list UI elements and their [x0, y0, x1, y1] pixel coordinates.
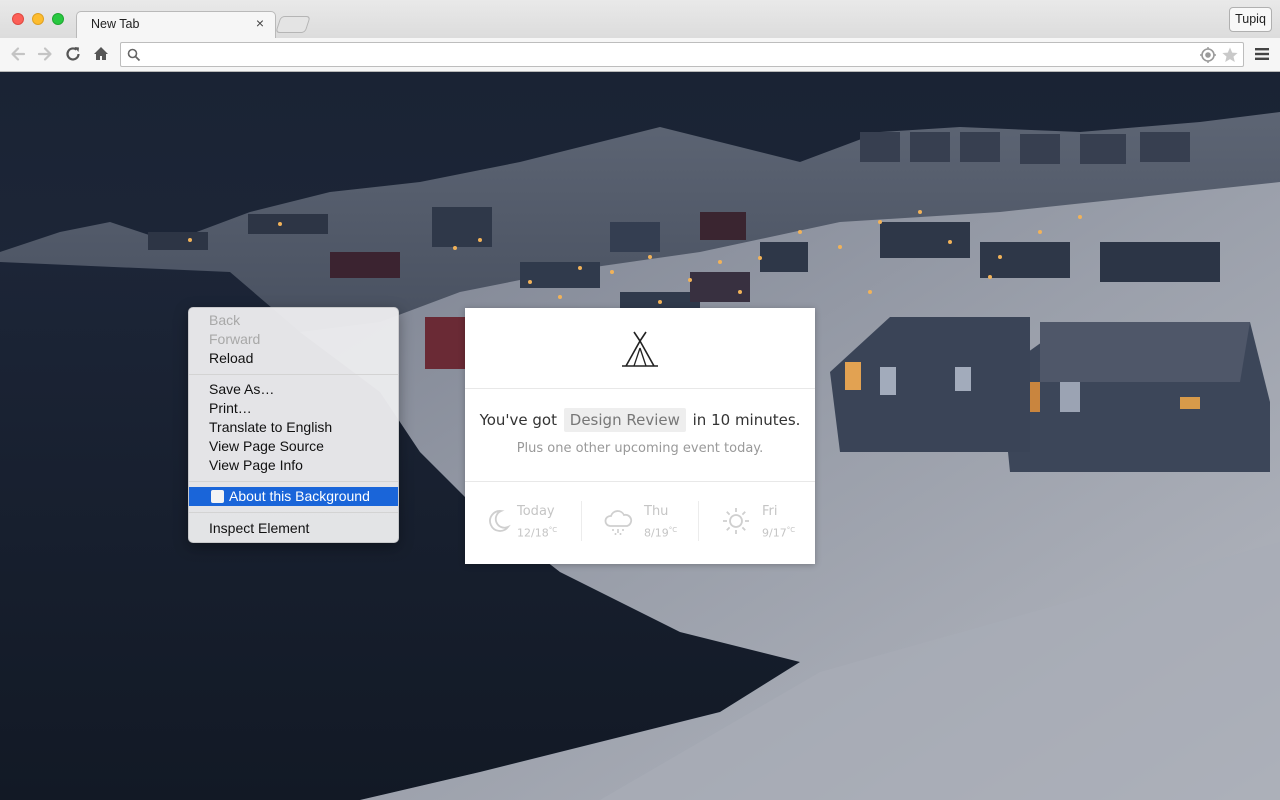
back-arrow-icon[interactable]: [8, 44, 28, 64]
weather-forecast: Today 12/18°C Thu 8/19°C Fri 9/17°C: [465, 498, 815, 543]
card-divider: [465, 388, 815, 389]
forward-arrow-icon[interactable]: [35, 44, 55, 64]
close-window-button[interactable]: [12, 13, 24, 25]
headline-prefix: You've got: [479, 411, 557, 429]
browser-toolbar: [0, 38, 1280, 72]
event-name-pill[interactable]: Design Review: [563, 408, 686, 432]
context-menu-reload[interactable]: Reload: [189, 349, 398, 368]
tab-close-icon[interactable]: ×: [254, 15, 266, 31]
forecast-day-label: Fri: [762, 504, 778, 519]
calendar-weather-widget: You've got Design Review in 10 minutes. …: [465, 308, 815, 564]
reload-icon[interactable]: [63, 44, 83, 64]
context-menu-inspect[interactable]: Inspect Element: [189, 519, 398, 538]
forecast-day-label: Today: [517, 504, 555, 519]
hamburger-menu-icon[interactable]: [1254, 47, 1270, 61]
tent-logo-icon: [622, 331, 658, 367]
tab-title: New Tab: [91, 17, 140, 31]
context-menu: Back Forward Reload Save As… Print… Tran…: [188, 307, 399, 543]
context-menu-separator: [189, 512, 398, 513]
upcoming-events-subline: Plus one other upcoming event today.: [516, 441, 764, 456]
next-event-headline: You've got Design Review in 10 minutes.: [465, 408, 815, 432]
new-tab-button[interactable]: [275, 16, 311, 33]
forecast-divider: [698, 501, 699, 541]
home-icon[interactable]: [91, 44, 111, 64]
rain-cloud-icon: [604, 510, 633, 535]
headline-suffix: in 10 minutes.: [692, 411, 801, 429]
bookmark-star-icon[interactable]: [1221, 46, 1239, 64]
browser-titlebar: New Tab × Tupiq: [0, 0, 1280, 39]
context-menu-translate[interactable]: Translate to English: [189, 418, 398, 437]
zoom-window-button[interactable]: [52, 13, 64, 25]
moon-icon: [489, 510, 511, 532]
context-menu-about-background-label: About this Background: [229, 488, 370, 504]
forecast-today: Today 12/18°C: [485, 498, 585, 543]
context-menu-about-background[interactable]: About this Background: [189, 487, 398, 506]
location-target-icon[interactable]: [1199, 46, 1217, 64]
forecast-temp: 9/17°C: [762, 526, 796, 540]
address-bar[interactable]: [120, 42, 1244, 67]
forecast-divider: [581, 501, 582, 541]
forecast-fri: Fri 9/17°C: [721, 498, 811, 543]
forecast-thu: Thu 8/19°C: [603, 498, 703, 543]
context-menu-back[interactable]: Back: [189, 311, 398, 330]
context-menu-forward[interactable]: Forward: [189, 330, 398, 349]
extension-badge-icon: [211, 490, 224, 503]
context-menu-separator: [189, 481, 398, 482]
context-menu-save-as[interactable]: Save As…: [189, 380, 398, 399]
context-menu-print[interactable]: Print…: [189, 399, 398, 418]
context-menu-view-source[interactable]: View Page Source: [189, 437, 398, 456]
sun-icon: [723, 508, 749, 534]
context-menu-view-info[interactable]: View Page Info: [189, 456, 398, 475]
forecast-temp: 12/18°C: [517, 526, 558, 540]
forecast-temp: 8/19°C: [644, 526, 678, 540]
card-divider: [465, 481, 815, 482]
context-menu-separator: [189, 374, 398, 375]
minimize-window-button[interactable]: [32, 13, 44, 25]
profile-button[interactable]: Tupiq: [1229, 7, 1272, 32]
search-icon: [127, 48, 141, 62]
forecast-day-label: Thu: [644, 504, 669, 519]
